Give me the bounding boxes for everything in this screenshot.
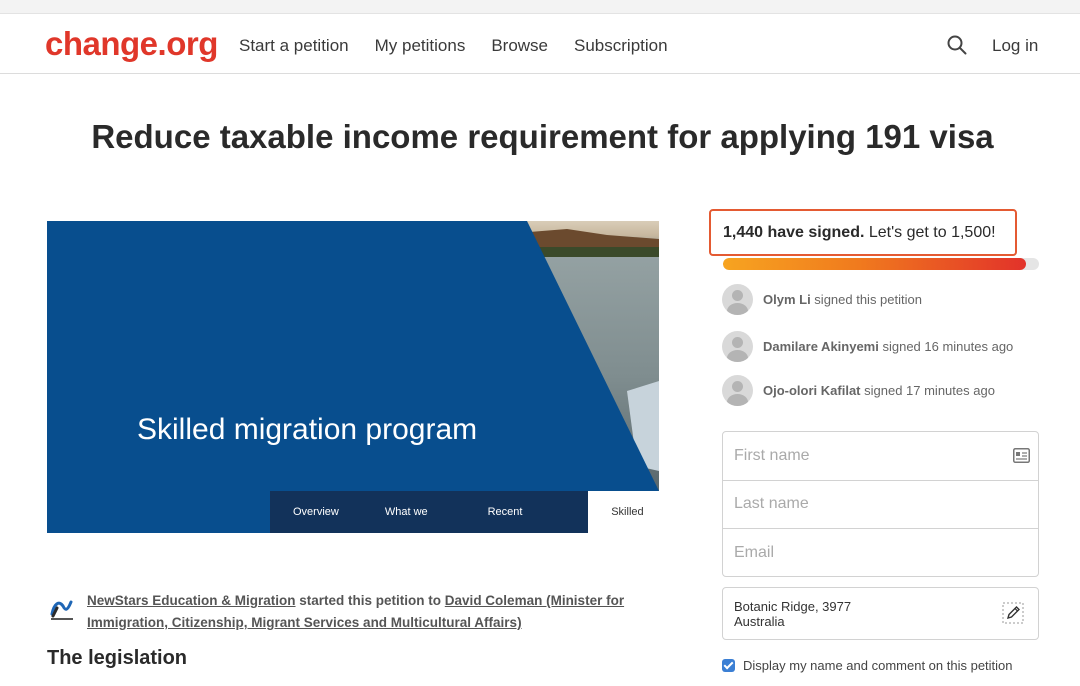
search-icon[interactable]	[946, 34, 968, 56]
email-input[interactable]	[723, 529, 1038, 578]
recent-signer: Olym Li signed this petition	[722, 284, 1042, 316]
signature-progress-bar	[723, 258, 1039, 270]
email-field-wrapper	[723, 529, 1038, 578]
avatar	[722, 284, 753, 315]
change-org-logo[interactable]: change.org	[45, 25, 218, 63]
hero-tab-bar: Overview What we do Recent changes Skill…	[270, 491, 659, 533]
hero-background	[47, 221, 659, 533]
signer-name: Ojo-olori Kafilat	[763, 383, 861, 398]
first-name-field-wrapper	[723, 432, 1038, 481]
nav-browse[interactable]: Browse	[491, 36, 548, 56]
browser-top-strip	[0, 0, 1080, 14]
starter-connector: started this petition to	[295, 593, 445, 608]
hero-tab-overview: Overview	[270, 491, 362, 533]
display-name-option: Display my name and comment on this peti…	[722, 658, 1013, 673]
first-name-input[interactable]	[723, 432, 1038, 480]
hero-heading: Skilled migration program	[137, 413, 478, 446]
recent-signer: Ojo-olori Kafilat signed 17 minutes ago	[722, 375, 1042, 407]
login-link[interactable]: Log in	[992, 36, 1038, 56]
signer-text: Olym Li signed this petition	[763, 292, 922, 307]
display-name-checkbox[interactable]	[722, 659, 735, 672]
avatar	[722, 331, 753, 362]
signer-name: Damilare Akinyemi	[763, 339, 879, 354]
recent-signer: Damilare Akinyemi signed 16 minutes ago	[722, 331, 1042, 363]
location-field[interactable]: Botanic Ridge, 3977 Australia	[722, 587, 1039, 640]
avatar	[722, 375, 753, 406]
address-line-1: Botanic Ridge, 3977	[734, 599, 852, 614]
section-heading-legislation: The legislation	[47, 647, 188, 669]
nav-start-petition[interactable]: Start a petition	[239, 36, 349, 56]
edit-pencil-icon[interactable]	[1002, 602, 1024, 624]
signer-name: Olym Li	[763, 292, 811, 307]
starter-text: NewStars Education & Migration started t…	[87, 590, 647, 634]
last-name-input[interactable]	[723, 480, 1038, 529]
address-line-2: Australia	[734, 614, 785, 629]
hero-tab-what-we-do: What we do	[361, 491, 465, 533]
nav-my-petitions[interactable]: My petitions	[375, 36, 466, 56]
signer-action: signed 16 minutes ago	[878, 339, 1014, 354]
petition-title: Reduce taxable income requirement for ap…	[91, 118, 994, 155]
nav-subscription[interactable]: Subscription	[574, 36, 668, 56]
last-name-field-wrapper	[723, 480, 1038, 530]
signer-text: Ojo-olori Kafilat signed 17 minutes ago	[763, 383, 995, 398]
display-name-label[interactable]: Display my name and comment on this peti…	[743, 658, 1013, 673]
hero-tab-skilled-visa: Skilled vis	[588, 491, 659, 533]
signer-action: signed 17 minutes ago	[860, 383, 995, 398]
signature-count-box: 1,440 have signed. Let's get to 1,500!	[709, 209, 1017, 256]
petition-hero-image: Skilled migration program Overview What …	[47, 221, 659, 533]
signature-goal: Let's get to 1,500!	[864, 224, 996, 241]
signer-action: signed this petition	[810, 292, 922, 307]
main-nav: Start a petition My petitions Browse Sub…	[239, 36, 668, 56]
hero-tab-recent-changes: Recent changes	[464, 491, 589, 533]
signer-text: Damilare Akinyemi signed 16 minutes ago	[763, 339, 1013, 354]
signature-progress-fill	[723, 258, 1027, 270]
newstars-logo-icon	[50, 600, 73, 620]
contact-card-icon[interactable]	[1013, 448, 1030, 463]
signature-count: 1,440 have signed.	[723, 224, 865, 241]
signer-form	[722, 431, 1039, 578]
site-header: change.org Start a petition My petitions…	[0, 14, 1080, 74]
starter-org-link[interactable]: NewStars Education & Migration	[87, 593, 296, 608]
